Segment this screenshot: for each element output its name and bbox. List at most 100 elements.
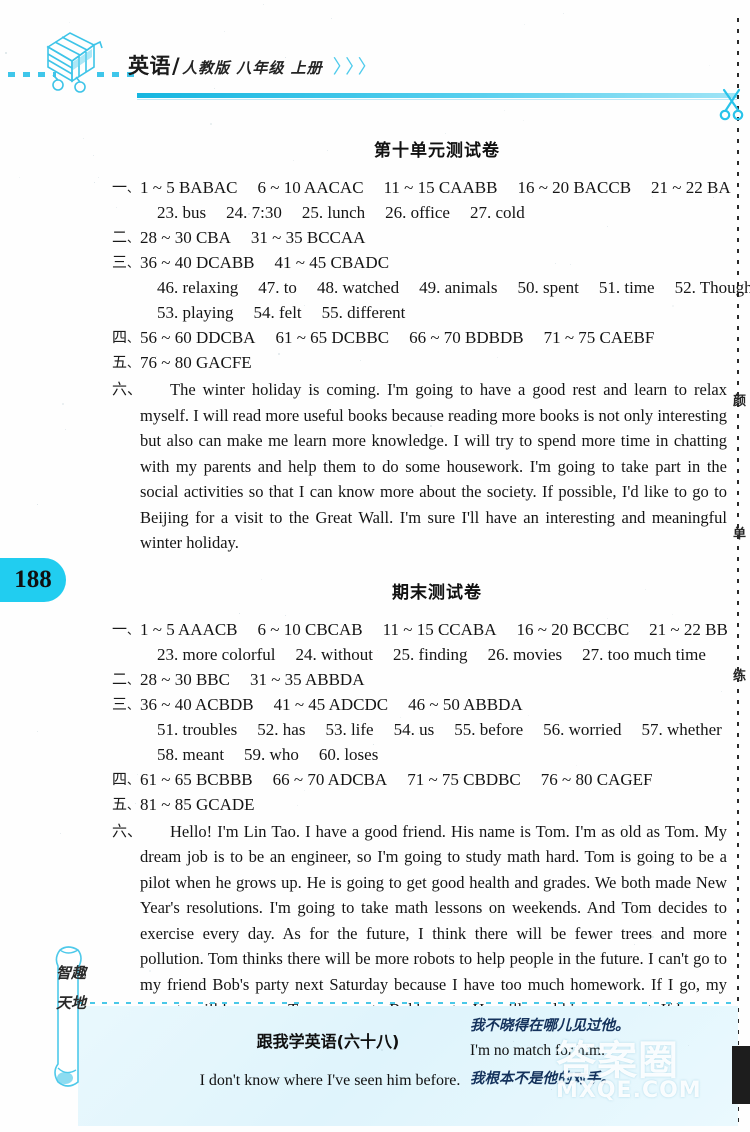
section-index: 四、	[112, 767, 138, 793]
paper-speck	[621, 826, 622, 827]
paper-speck	[672, 305, 674, 307]
paper-speck	[278, 353, 280, 355]
paper-speck	[98, 177, 99, 178]
page-number: 188	[0, 558, 66, 602]
paper-speck	[645, 589, 646, 590]
essay-index-1: 六、	[112, 819, 138, 845]
edge-marker	[732, 1046, 750, 1104]
paper-speck	[224, 31, 225, 32]
answer-segment: 36 ~ 40 DCABB	[140, 253, 255, 272]
paper-speck	[640, 462, 641, 463]
paper-speck	[285, 57, 286, 58]
paper-speck	[523, 120, 524, 121]
answer-segment: 54. felt	[254, 303, 302, 322]
paper-speck	[703, 905, 704, 906]
answer-segment: 50. spent	[517, 278, 578, 297]
answer-row: 51. troubles 52. has 53. life 54. us 55. bef…	[112, 717, 727, 742]
paper-speck	[570, 264, 571, 265]
answer-segment: 21 ~ 22 BA	[651, 178, 731, 197]
paper-speck	[524, 24, 525, 25]
paper-speck	[297, 805, 298, 806]
answer-segment: 76 ~ 80 CAGEF	[541, 770, 653, 789]
paper-speck	[713, 197, 714, 198]
answer-segment: 6 ~ 10 CBCAB	[258, 620, 363, 639]
paper-speck	[116, 207, 117, 208]
paper-speck	[400, 463, 401, 464]
answer-row: 58. meant 59. who 60. loses	[112, 742, 727, 767]
footer-phrase-cn-0: 我不晓得在哪儿见过他。	[470, 1014, 700, 1035]
paper-speck	[5, 52, 7, 54]
paper-speck	[721, 691, 722, 692]
paper-speck	[83, 138, 84, 139]
answer-segment: 53. playing	[157, 303, 234, 322]
paper-speck	[607, 618, 608, 619]
footer-dashed-rule	[78, 1002, 738, 1004]
paper-speck	[450, 837, 451, 838]
answer-segment: 31 ~ 35 BCCAA	[251, 228, 366, 247]
section-index: 四、	[112, 325, 138, 351]
paper-speck	[563, 13, 564, 14]
paper-speck	[576, 765, 577, 766]
answer-segment: 26. movies	[488, 645, 563, 664]
chevron-right-icon: 〉〉〉	[333, 56, 380, 78]
footer-phrase-list: 我不晓得在哪儿见过他。 I'm no match for him. 我根本不是他…	[470, 1014, 700, 1095]
answer-block-1: 一、 1 ~ 5 AAACB 6 ~ 10 CBCAB 11 ~ 15 CCABA 16…	[112, 617, 727, 817]
paper-speck	[346, 703, 347, 704]
answer-row: 46. relaxing 47. to 48. watched 49. animals…	[112, 275, 727, 300]
edge-character-1: 单	[733, 523, 750, 542]
paper-speck	[528, 715, 529, 716]
paper-speck	[166, 298, 167, 299]
answer-row: 53. playing 54. felt 55. different	[112, 300, 727, 325]
paper-speck	[124, 230, 125, 231]
paper-speck	[605, 337, 606, 338]
answer-row: 三、 36 ~ 40 ACBDB 41 ~ 45 ADCDC 46 ~ 50 ABBD…	[112, 692, 727, 717]
section-title-0: 第十单元测试卷	[112, 136, 727, 161]
answer-segment: 55. different	[322, 303, 406, 322]
answer-segment: 71 ~ 75 CBDBC	[407, 770, 521, 789]
paper-speck	[377, 650, 378, 651]
paper-speck	[304, 305, 305, 306]
section-index: 一、	[112, 617, 138, 643]
answer-segment: 16 ~ 20 BCCBC	[517, 620, 630, 639]
paper-speck	[416, 584, 417, 585]
answer-content: 第十单元测试卷 一、 1 ~ 5 BABAC 6 ~ 10 AACAC 11 ~ 15…	[112, 130, 727, 1048]
answer-segment: 36 ~ 40 ACBDB	[140, 695, 254, 714]
paper-speck	[248, 213, 250, 215]
answer-segment: 56 ~ 60 DDCBA	[140, 328, 255, 347]
section-index: 五、	[112, 350, 138, 376]
paper-speck	[293, 160, 294, 161]
answer-segment: 31 ~ 35 ABBDA	[250, 670, 365, 689]
page-number-tab: 188	[0, 558, 66, 602]
answer-segment: 28 ~ 30 BBC	[140, 670, 230, 689]
paper-speck	[497, 357, 498, 358]
paper-speck	[513, 1041, 514, 1042]
paper-speck	[555, 263, 556, 264]
paper-speck	[696, 989, 697, 990]
essay-index-0: 六、	[112, 377, 138, 403]
section-index: 二、	[112, 667, 138, 693]
scissors-icon	[718, 86, 746, 122]
answer-segment: 59. who	[244, 745, 299, 764]
rubiks-cube-icon	[40, 25, 106, 93]
answer-segment: 24. 7:30	[226, 203, 282, 222]
paper-speck	[439, 1075, 440, 1076]
paper-speck	[19, 177, 20, 178]
edge-character-0: 颜	[733, 390, 750, 409]
answer-segment: 27. too much time	[582, 645, 706, 664]
paper-speck	[361, 721, 362, 722]
answer-segment: 54. us	[394, 720, 435, 739]
scroll-banner-label: 智趣天地	[56, 958, 86, 1018]
paper-speck	[688, 1045, 689, 1046]
paper-speck	[672, 614, 673, 615]
section-index: 一、	[112, 175, 138, 201]
paper-speck	[639, 282, 640, 283]
answer-segment: 25. finding	[393, 645, 468, 664]
answer-row: 二、 28 ~ 30 BBC 31 ~ 35 ABBDA	[112, 667, 727, 692]
page-header: 英语/人教版 八年级 上册 〉〉〉	[0, 0, 750, 118]
paper-speck	[239, 613, 240, 614]
paper-speck	[589, 641, 590, 642]
answer-row: 四、 61 ~ 65 BCBBB 66 ~ 70 ADCBA 71 ~ 75 CBDB…	[112, 767, 727, 792]
paper-speck	[418, 733, 419, 734]
section-index: 三、	[112, 692, 138, 718]
answer-segment: 52. Though	[675, 278, 750, 297]
